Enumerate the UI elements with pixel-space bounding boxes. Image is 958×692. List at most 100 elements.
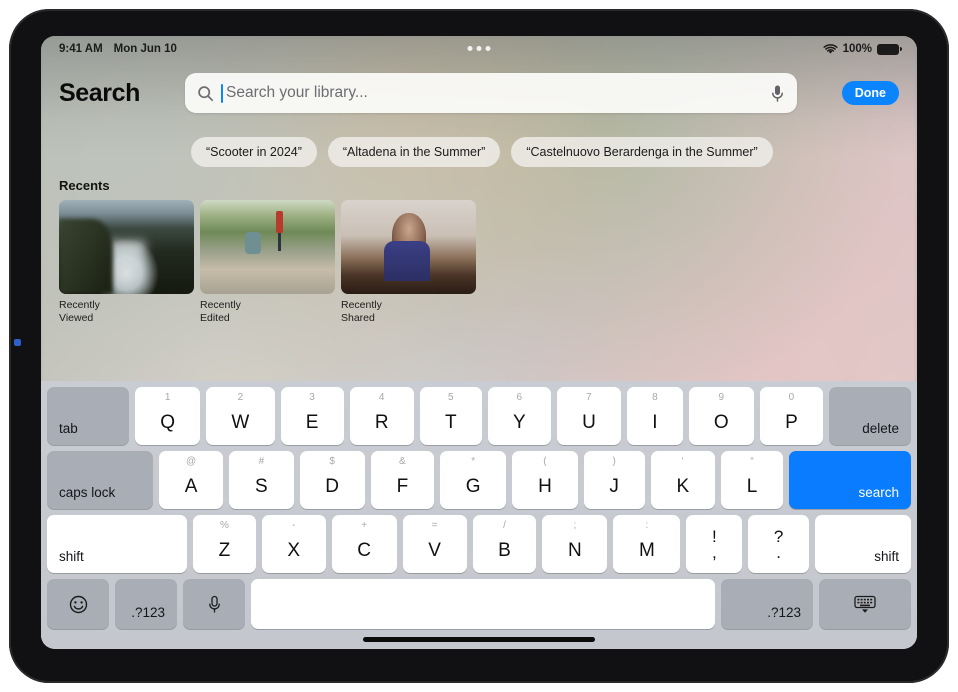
key-delete[interactable]: delete: [828, 387, 911, 445]
key-dictation[interactable]: [183, 579, 245, 629]
key-a[interactable]: @ A: [159, 451, 224, 509]
key-main-label: Y: [512, 411, 526, 433]
key-p[interactable]: 0 P: [759, 387, 823, 445]
search-input[interactable]: Search your library...: [185, 73, 797, 113]
key-main-label: P: [785, 411, 798, 433]
key-main-label: L: [746, 475, 758, 497]
key-h[interactable]: ( H: [512, 451, 578, 509]
key-v[interactable]: = V: [402, 515, 467, 573]
key-main-label: J: [609, 475, 619, 497]
key-bottom-label: ,: [711, 542, 717, 562]
recent-card-recently-shared[interactable]: Recently Shared: [341, 200, 476, 325]
key-u[interactable]: 7 U: [556, 387, 622, 445]
key-sub-label: (: [543, 456, 547, 467]
microphone-icon: [207, 595, 222, 614]
key-main-label: A: [184, 475, 198, 497]
recent-card-recently-viewed[interactable]: Recently Viewed: [59, 200, 194, 325]
key-search[interactable]: search: [789, 451, 912, 509]
key-tab[interactable]: tab: [47, 387, 129, 445]
key-space[interactable]: [251, 579, 715, 629]
key-j[interactable]: ) J: [583, 451, 645, 509]
recent-card-recently-edited[interactable]: Recently Edited: [200, 200, 335, 325]
key-main-label: Z: [218, 539, 231, 561]
home-indicator[interactable]: [363, 637, 595, 642]
key-shift-right[interactable]: shift: [815, 515, 911, 573]
key-sub-label: 3: [309, 392, 315, 403]
key-o[interactable]: 9 O: [688, 387, 754, 445]
key-y[interactable]: 6 Y: [487, 387, 551, 445]
key-main-label: B: [498, 539, 511, 561]
key-w[interactable]: 2 W: [206, 387, 275, 445]
key-main-label: M: [638, 539, 655, 561]
key-exclamation-comma[interactable]: ! ,: [686, 515, 743, 573]
key-sub-label: %: [219, 520, 229, 531]
key-d[interactable]: $ D: [299, 451, 365, 509]
key-numbers-left[interactable]: .?123: [115, 579, 177, 629]
key-z[interactable]: % Z: [193, 515, 256, 573]
onscreen-keyboard: tab 1 Q 2 W 3 E 4 R 5 T 6 Y 7 U 8 I 9 O …: [41, 381, 917, 649]
key-n[interactable]: ; N: [542, 515, 608, 573]
key-c[interactable]: + C: [331, 515, 397, 573]
key-sub-label: =: [431, 520, 438, 531]
dismiss-keyboard-icon: [853, 595, 877, 614]
search-header: Search Search your library... Done: [41, 68, 917, 118]
key-shift-left[interactable]: shift: [47, 515, 187, 573]
key-dismiss-keyboard[interactable]: [819, 579, 911, 629]
wifi-icon: [823, 43, 838, 55]
key-caps-lock[interactable]: caps lock: [47, 451, 153, 509]
recent-thumbnail[interactable]: [59, 200, 194, 294]
recent-card-label: Recently Viewed: [59, 299, 127, 325]
key-sub-label: ;: [573, 520, 577, 531]
key-l[interactable]: “ L: [720, 451, 784, 509]
key-t[interactable]: 5 T: [419, 387, 482, 445]
key-emoji[interactable]: [47, 579, 109, 629]
multitasking-dots-icon[interactable]: [467, 46, 491, 51]
key-main-label: U: [582, 411, 596, 433]
recents-heading: Recents: [59, 178, 110, 193]
key-top-label: !: [711, 526, 717, 546]
key-x[interactable]: - X: [261, 515, 326, 573]
keyboard-row-2: caps lock @ A # S $ D & F * G (H) J ‘ …: [47, 451, 912, 509]
search-placeholder: Search your library...: [226, 84, 368, 101]
key-sub-label: +: [361, 520, 368, 531]
recent-label-line2: Shared: [341, 312, 375, 324]
key-s[interactable]: # S: [229, 451, 294, 509]
recent-thumbnail[interactable]: [341, 200, 476, 294]
battery-percent-label: 100%: [842, 43, 872, 55]
microphone-icon[interactable]: [770, 84, 785, 103]
key-f[interactable]: & F: [370, 451, 434, 509]
key-main-label: H: [538, 475, 552, 497]
key-sub-label: “: [750, 456, 754, 467]
key-main-label: I: [652, 411, 658, 433]
key-sub-label: -: [292, 520, 296, 531]
key-main-label: R: [374, 411, 389, 433]
key-q[interactable]: 1 Q: [135, 387, 201, 445]
key-question-period[interactable]: ? .: [748, 515, 809, 573]
suggestion-chip[interactable]: “Castelnuovo Berardenga in the Summer”: [511, 137, 773, 167]
dot: [467, 46, 473, 51]
key-main-label: K: [676, 475, 690, 497]
key-i[interactable]: 8 I: [627, 387, 683, 445]
key-sub-label: 0: [788, 392, 795, 403]
suggestion-chip[interactable]: “Altadena in the Summer”: [327, 137, 501, 167]
key-sub-label: :: [645, 520, 649, 531]
key-m[interactable]: : M: [613, 515, 681, 573]
recent-label-line1: Recently: [59, 299, 100, 311]
key-sub-label: 9: [718, 392, 725, 403]
done-button[interactable]: Done: [841, 81, 899, 105]
recent-label-line1: Recently: [200, 299, 241, 311]
suggestion-chip[interactable]: “Scooter in 2024”: [191, 137, 317, 167]
key-main-label: W: [231, 411, 250, 433]
key-e[interactable]: 3 E: [280, 387, 344, 445]
battery-icon: [877, 43, 902, 55]
key-b[interactable]: / B: [472, 515, 537, 573]
key-k[interactable]: ‘ K: [650, 451, 715, 509]
key-sub-label: $: [329, 456, 335, 467]
key-g[interactable]: * G: [439, 451, 507, 509]
key-numbers-right[interactable]: .?123: [721, 579, 813, 629]
key-r[interactable]: 4 R: [349, 387, 414, 445]
key-sub-label: 1: [164, 392, 171, 403]
key-main-label: V: [428, 539, 441, 561]
recent-label-line2: Viewed: [59, 312, 94, 324]
recent-thumbnail[interactable]: [200, 200, 335, 294]
